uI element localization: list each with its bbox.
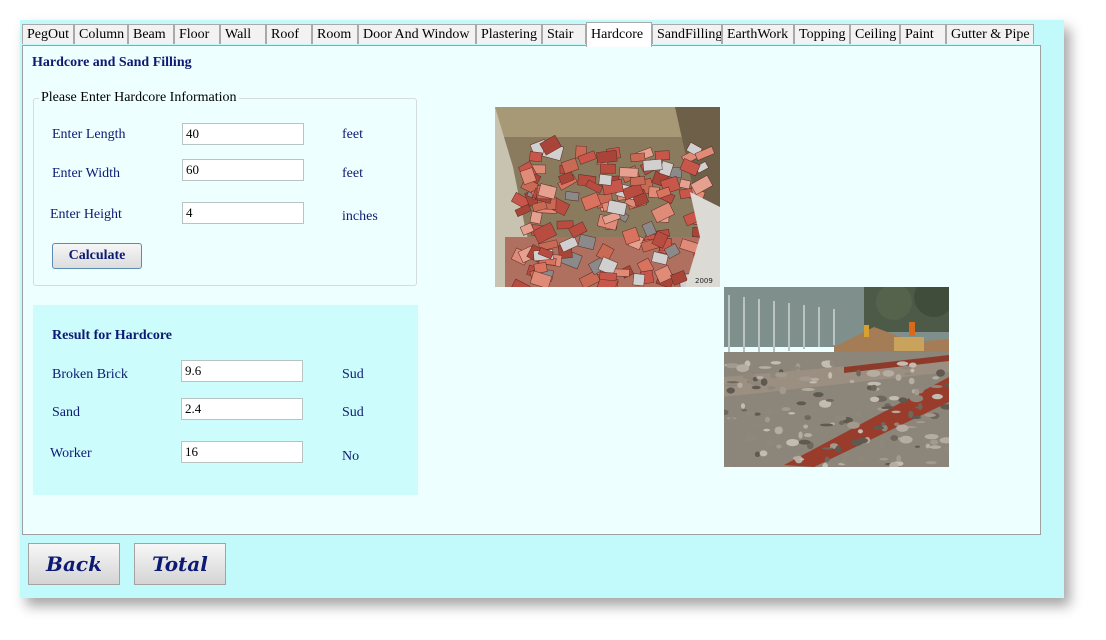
width-label: Enter Width [52,166,120,181]
tab-pegout[interactable]: PegOut [22,24,74,44]
broken-brick-label: Broken Brick [52,367,128,382]
sand-output[interactable] [181,398,303,420]
width-input[interactable] [182,159,304,181]
tab-paint[interactable]: Paint [900,24,946,44]
hardcore-site-photo [724,287,949,467]
sand-unit: Sud [342,405,364,420]
width-unit: feet [342,166,363,181]
result-panel: Result for Hardcore Broken Brick Sud San… [33,305,418,495]
tab-sandfilling[interactable]: SandFilling [652,24,722,44]
height-input[interactable] [182,202,304,224]
tab-room[interactable]: Room [312,24,358,44]
height-label: Enter Height [50,207,122,222]
tab-roof[interactable]: Roof [266,24,312,44]
length-unit: feet [342,127,363,142]
tab-hardcore[interactable]: Hardcore [586,22,652,47]
tab-floor[interactable]: Floor [174,24,220,44]
tab-ceiling[interactable]: Ceiling [850,24,900,44]
worker-output[interactable] [181,441,303,463]
total-button[interactable]: Total [134,543,226,585]
calculate-button[interactable]: Calculate [52,243,142,269]
tab-beam[interactable]: Beam [128,24,174,44]
tab-wall[interactable]: Wall [220,24,266,44]
sand-label: Sand [52,405,80,420]
tab-column[interactable]: Column [74,24,128,44]
tab-door-and-window[interactable]: Door And Window [358,24,476,44]
tab-stair[interactable]: Stair [542,24,586,44]
worker-label: Worker [50,446,92,461]
hardcore-input-group: Please Enter Hardcore Information Enter … [33,90,417,286]
photo-caption: 2009 [695,277,713,285]
back-button[interactable]: Back [28,543,120,585]
page-title: Hardcore and Sand Filling [32,55,192,70]
app-window: PegOut Column Beam Floor Wall Roof Room … [20,20,1064,598]
worker-unit: No [342,449,360,464]
result-title: Result for Hardcore [52,328,173,343]
group-legend: Please Enter Hardcore Information [39,90,239,106]
tab-gutter-and-pipe[interactable]: Gutter & Pipe [946,24,1034,44]
tab-earthwork[interactable]: EarthWork [722,24,794,44]
length-input[interactable] [182,123,304,145]
length-label: Enter Length [52,127,126,142]
broken-brick-output[interactable] [181,360,303,382]
tab-topping[interactable]: Topping [794,24,850,44]
broken-bricks-photo: 2009 [495,107,720,287]
hardcore-panel: Hardcore and Sand Filling Please Enter H… [22,45,1041,535]
height-unit: inches [342,209,378,224]
tab-plastering[interactable]: Plastering [476,24,542,44]
broken-brick-unit: Sud [342,367,364,382]
